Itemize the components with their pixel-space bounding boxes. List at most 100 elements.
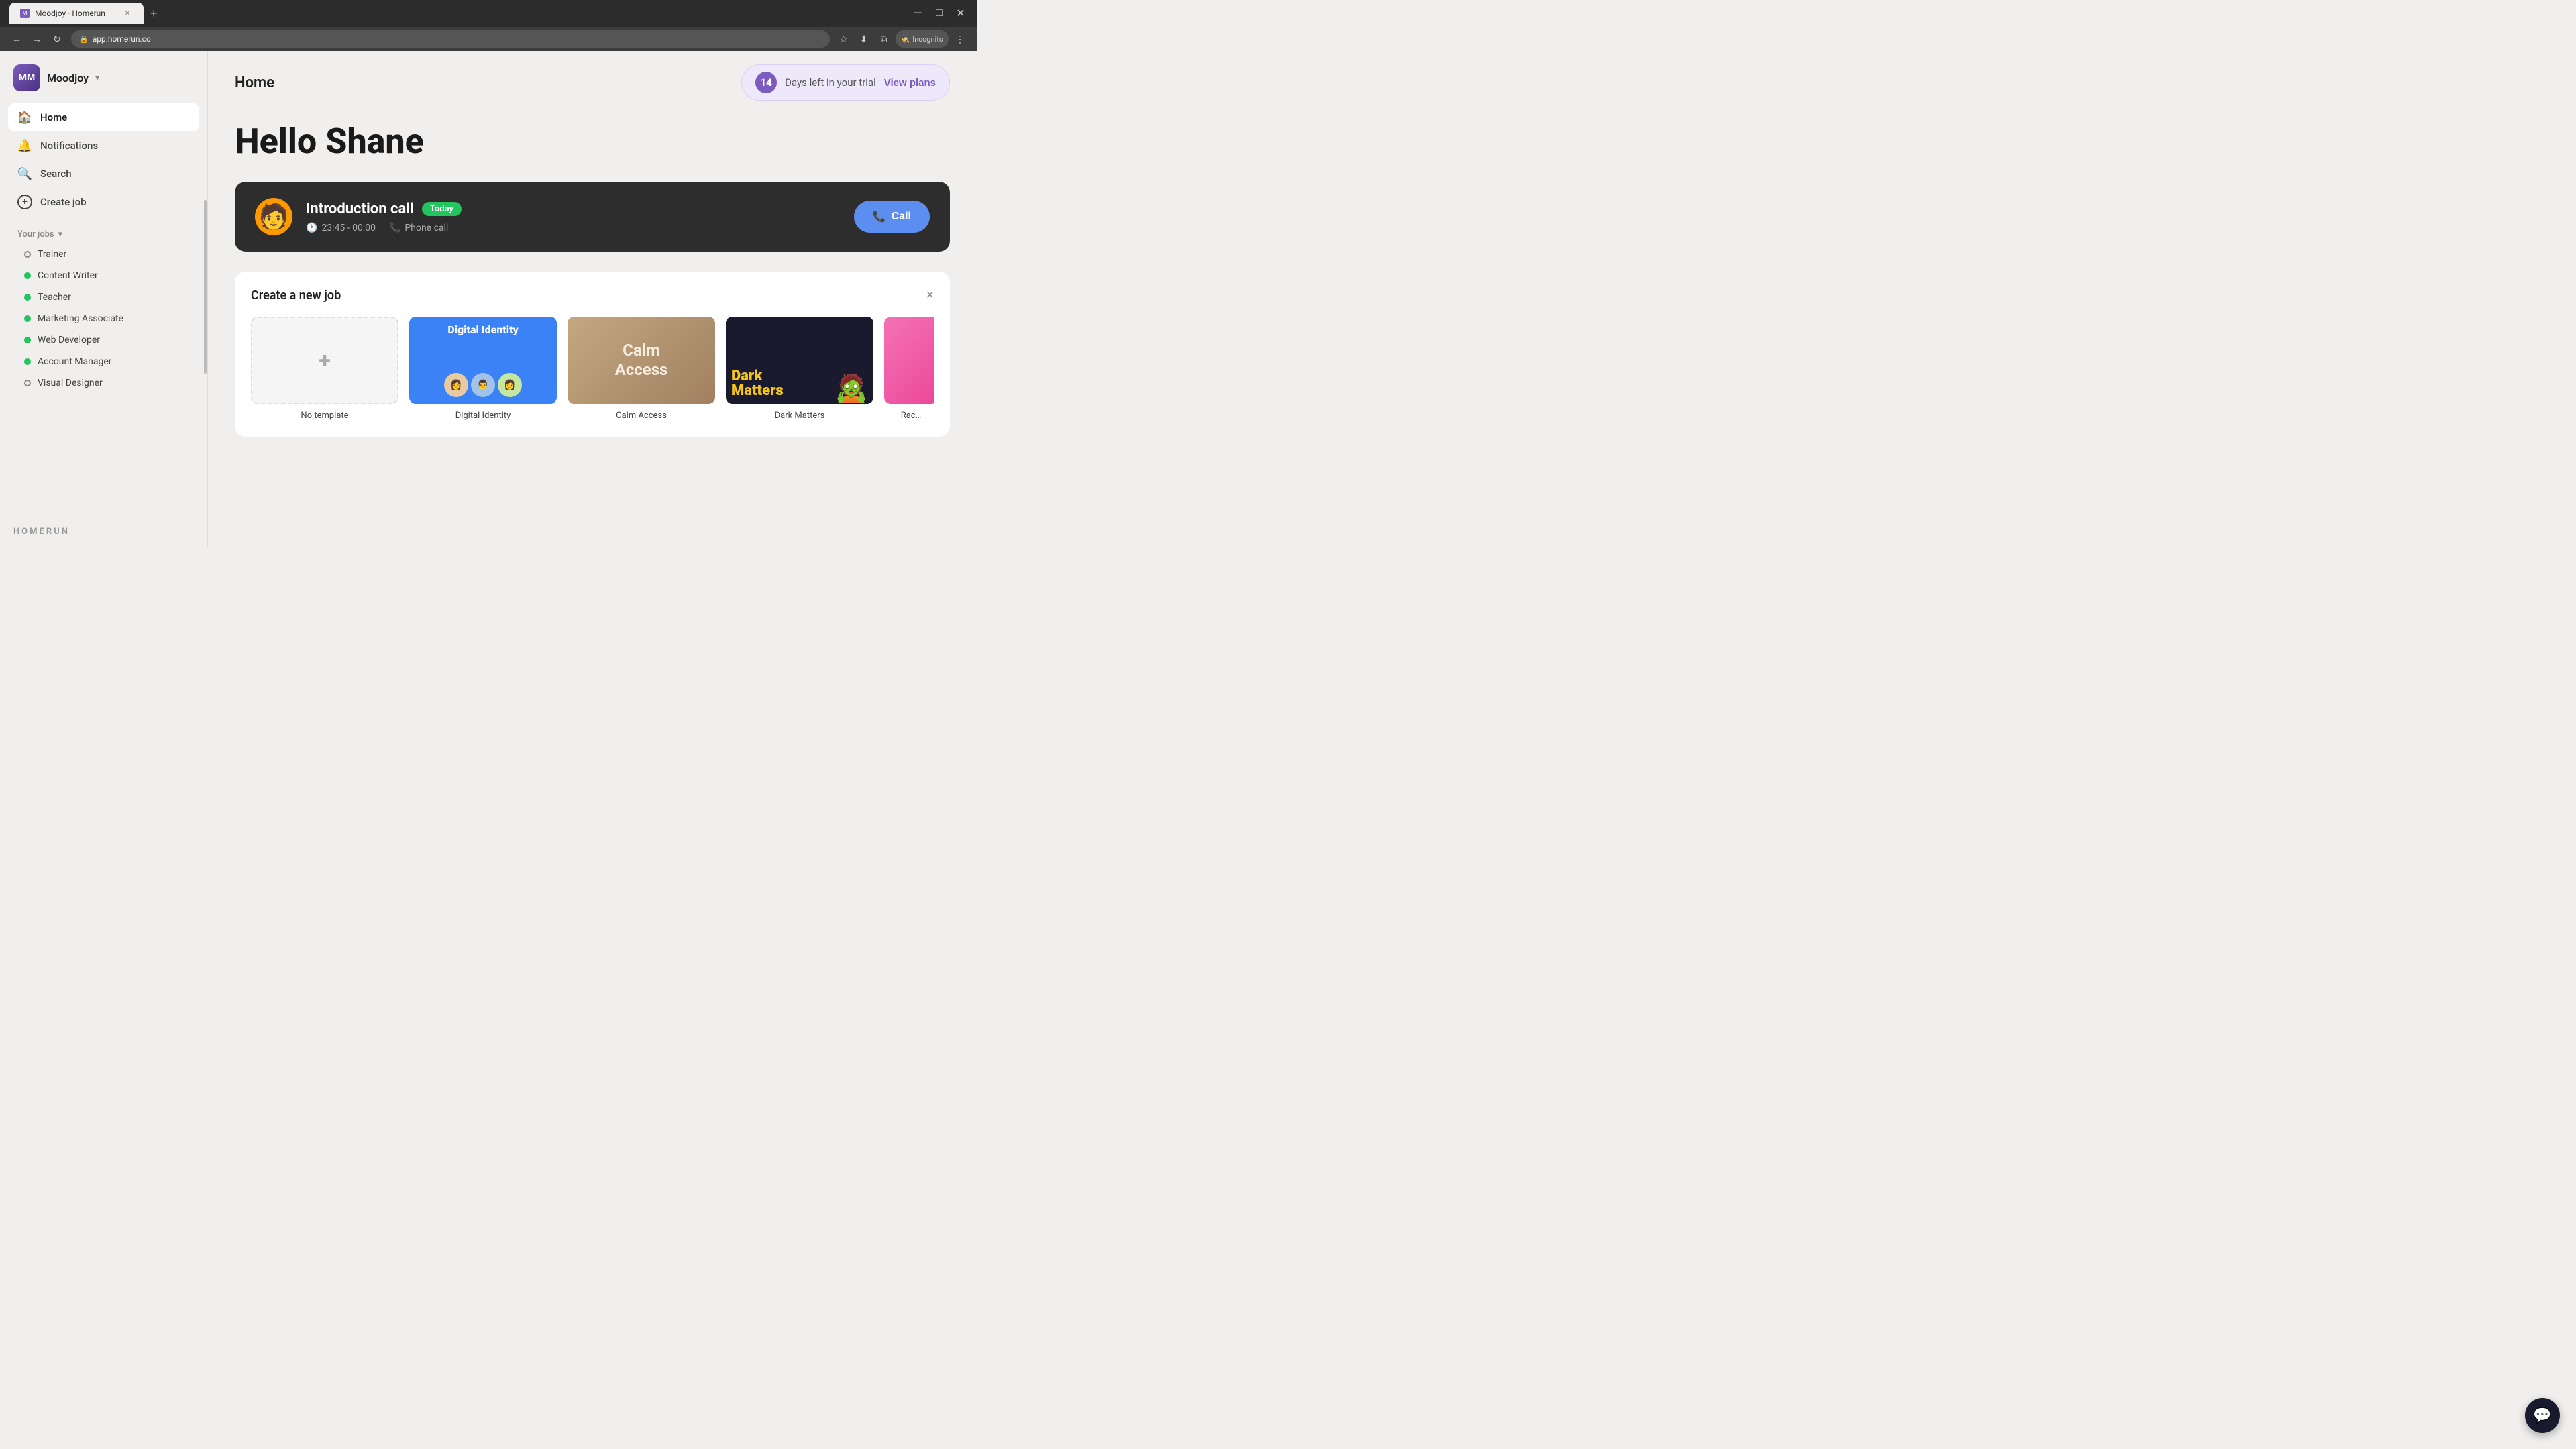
call-button-label: Call: [892, 211, 911, 223]
intro-time: 🕐 23:45 - 00:00: [306, 223, 376, 233]
call-button[interactable]: 📞 Call: [854, 201, 930, 233]
template-rac[interactable]: Rac…: [884, 317, 934, 421]
address-bar: ← → ↻ 🔒 app.homerun.co ☆ ⬇ ⧉ 🕵 Incognito…: [0, 27, 977, 51]
content-writer-label: Content Writer: [38, 270, 98, 281]
template-digital-thumb: Digital Identity 👩 👨 👩: [409, 317, 557, 404]
trial-days-count: 14: [755, 72, 777, 93]
web-developer-dot-icon: [24, 337, 31, 343]
incognito-badge: 🕵 Incognito: [896, 30, 949, 48]
job-templates: + No template Digital Identity 👩 👨: [251, 317, 934, 421]
sidebar-item-marketing-associate[interactable]: Marketing Associate: [7, 308, 201, 329]
template-dark-matters[interactable]: DarkMatters 🧟 Dark Matters: [726, 317, 873, 421]
active-tab[interactable]: M Moodjoy · Homerun ✕: [9, 3, 144, 24]
sidebar-item-account-manager[interactable]: Account Manager: [7, 351, 201, 372]
chat-icon: 💬: [2533, 1407, 2551, 1424]
today-badge: Today: [422, 202, 462, 216]
sidebar-item-search[interactable]: 🔍 Search: [8, 160, 199, 188]
maximize-button[interactable]: □: [931, 5, 947, 21]
face-1: 👩: [444, 373, 468, 397]
sidebar-item-notifications-label: Notifications: [40, 140, 98, 152]
intro-title-row: Introduction call Today: [306, 201, 841, 217]
chat-bubble-button[interactable]: 💬: [2525, 1398, 2560, 1433]
teacher-dot-icon: [24, 294, 31, 301]
intro-call-details: 🕐 23:45 - 00:00 📞 Phone call: [306, 223, 841, 233]
sidebar-item-visual-designer[interactable]: Visual Designer: [7, 372, 201, 394]
trial-text: Days left in your trial: [785, 76, 876, 89]
template-calm-label: Calm Access: [568, 411, 715, 421]
tab-close-button[interactable]: ✕: [122, 8, 133, 19]
reload-button[interactable]: ↻: [48, 30, 66, 48]
page-title: Home: [235, 74, 274, 91]
marketing-associate-dot-icon: [24, 315, 31, 322]
minimize-button[interactable]: ─: [910, 5, 926, 21]
company-dropdown-icon[interactable]: ▾: [95, 73, 99, 83]
sidebar-item-notifications[interactable]: 🔔 Notifications: [8, 131, 199, 160]
sidebar-item-create-job-label: Create job: [40, 196, 87, 208]
url-bar[interactable]: 🔒 app.homerun.co: [71, 30, 830, 48]
greeting-text: Hello Shane: [235, 121, 950, 162]
intro-time-text: 23:45 - 00:00: [321, 223, 376, 233]
bookmark-button[interactable]: ☆: [835, 30, 853, 48]
intro-call-type: 📞 Phone call: [389, 223, 448, 233]
new-tab-button[interactable]: +: [145, 7, 163, 21]
dark-matters-card-art: DarkMatters 🧟: [726, 317, 873, 404]
secure-icon: 🔒: [79, 35, 89, 44]
intro-call-title: Introduction call: [306, 201, 414, 217]
template-digital-label: Digital Identity: [409, 411, 557, 421]
sidebar-item-home[interactable]: 🏠 Home: [8, 103, 199, 131]
homerun-logo: HOMERUN: [0, 516, 207, 547]
sidebar-nav: 🏠 Home 🔔 Notifications 🔍 Search + Create…: [0, 98, 207, 221]
main-header: Home 14 Days left in your trial View pla…: [208, 51, 977, 114]
trainer-dot-icon: [24, 251, 31, 258]
teacher-label: Teacher: [38, 292, 71, 303]
search-icon: 🔍: [17, 166, 32, 181]
incognito-icon: 🕵: [901, 35, 910, 44]
template-rac-label: Rac…: [884, 411, 934, 421]
notifications-icon: 🔔: [17, 138, 32, 153]
sidebar-item-web-developer[interactable]: Web Developer: [7, 329, 201, 351]
sidebar-item-search-label: Search: [40, 168, 72, 180]
view-plans-button[interactable]: View plans: [884, 77, 936, 89]
download-button[interactable]: ⬇: [855, 30, 873, 48]
tab-bar: M Moodjoy · Homerun ✕ +: [8, 3, 904, 24]
template-calm-access[interactable]: CalmAccess Calm Access: [568, 317, 715, 421]
menu-button[interactable]: ⋮: [951, 30, 969, 48]
close-window-button[interactable]: ✕: [953, 5, 969, 21]
template-digital-identity[interactable]: Digital Identity 👩 👨 👩 Digital Identity: [409, 317, 557, 421]
main-content: Home 14 Days left in your trial View pla…: [208, 51, 977, 547]
browser-chrome: M Moodjoy · Homerun ✕ + ─ □ ✕: [0, 0, 977, 27]
company-name: Moodjoy: [47, 72, 89, 85]
face-2: 👨: [471, 373, 495, 397]
create-job-title: Create a new job: [251, 288, 341, 303]
your-jobs-header[interactable]: Your jobs ▾: [0, 221, 207, 244]
sidebar-scroll-thumb[interactable]: [204, 200, 207, 374]
template-blank[interactable]: + No template: [251, 317, 398, 421]
your-jobs-chevron-icon: ▾: [58, 229, 63, 239]
template-blank-label: No template: [251, 411, 398, 421]
template-dark-thumb: DarkMatters 🧟: [726, 317, 873, 404]
close-create-job-button[interactable]: ×: [926, 288, 934, 303]
trial-badge: 14 Days left in your trial View plans: [741, 64, 950, 101]
forward-button[interactable]: →: [28, 30, 46, 48]
content-writer-dot-icon: [24, 272, 31, 279]
visual-designer-label: Visual Designer: [38, 378, 103, 388]
sidebar-jobs-list: Trainer Content Writer Teacher Marketing…: [0, 244, 207, 516]
account-manager-label: Account Manager: [38, 356, 112, 367]
sidebar-item-trainer[interactable]: Trainer: [7, 244, 201, 265]
sidebar-item-content-writer[interactable]: Content Writer: [7, 265, 201, 286]
account-manager-dot-icon: [24, 358, 31, 365]
sidebar-item-teacher[interactable]: Teacher: [7, 286, 201, 308]
create-job-header: Create a new job ×: [251, 288, 934, 303]
your-jobs-label: Your jobs: [17, 229, 54, 239]
trainer-label: Trainer: [38, 249, 66, 260]
template-calm-thumb: CalmAccess: [568, 317, 715, 404]
sidebar-item-create-job[interactable]: + Create job: [8, 188, 199, 216]
back-button[interactable]: ←: [8, 30, 25, 48]
template-rac-thumb: [884, 317, 934, 404]
face-3: 👩: [498, 373, 522, 397]
split-screen-button[interactable]: ⧉: [875, 30, 893, 48]
tab-title: Moodjoy · Homerun: [35, 9, 105, 18]
visual-designer-dot-icon: [24, 380, 31, 386]
avatar: MM: [13, 64, 40, 91]
dark-figure-icon: 🧟: [835, 372, 868, 404]
